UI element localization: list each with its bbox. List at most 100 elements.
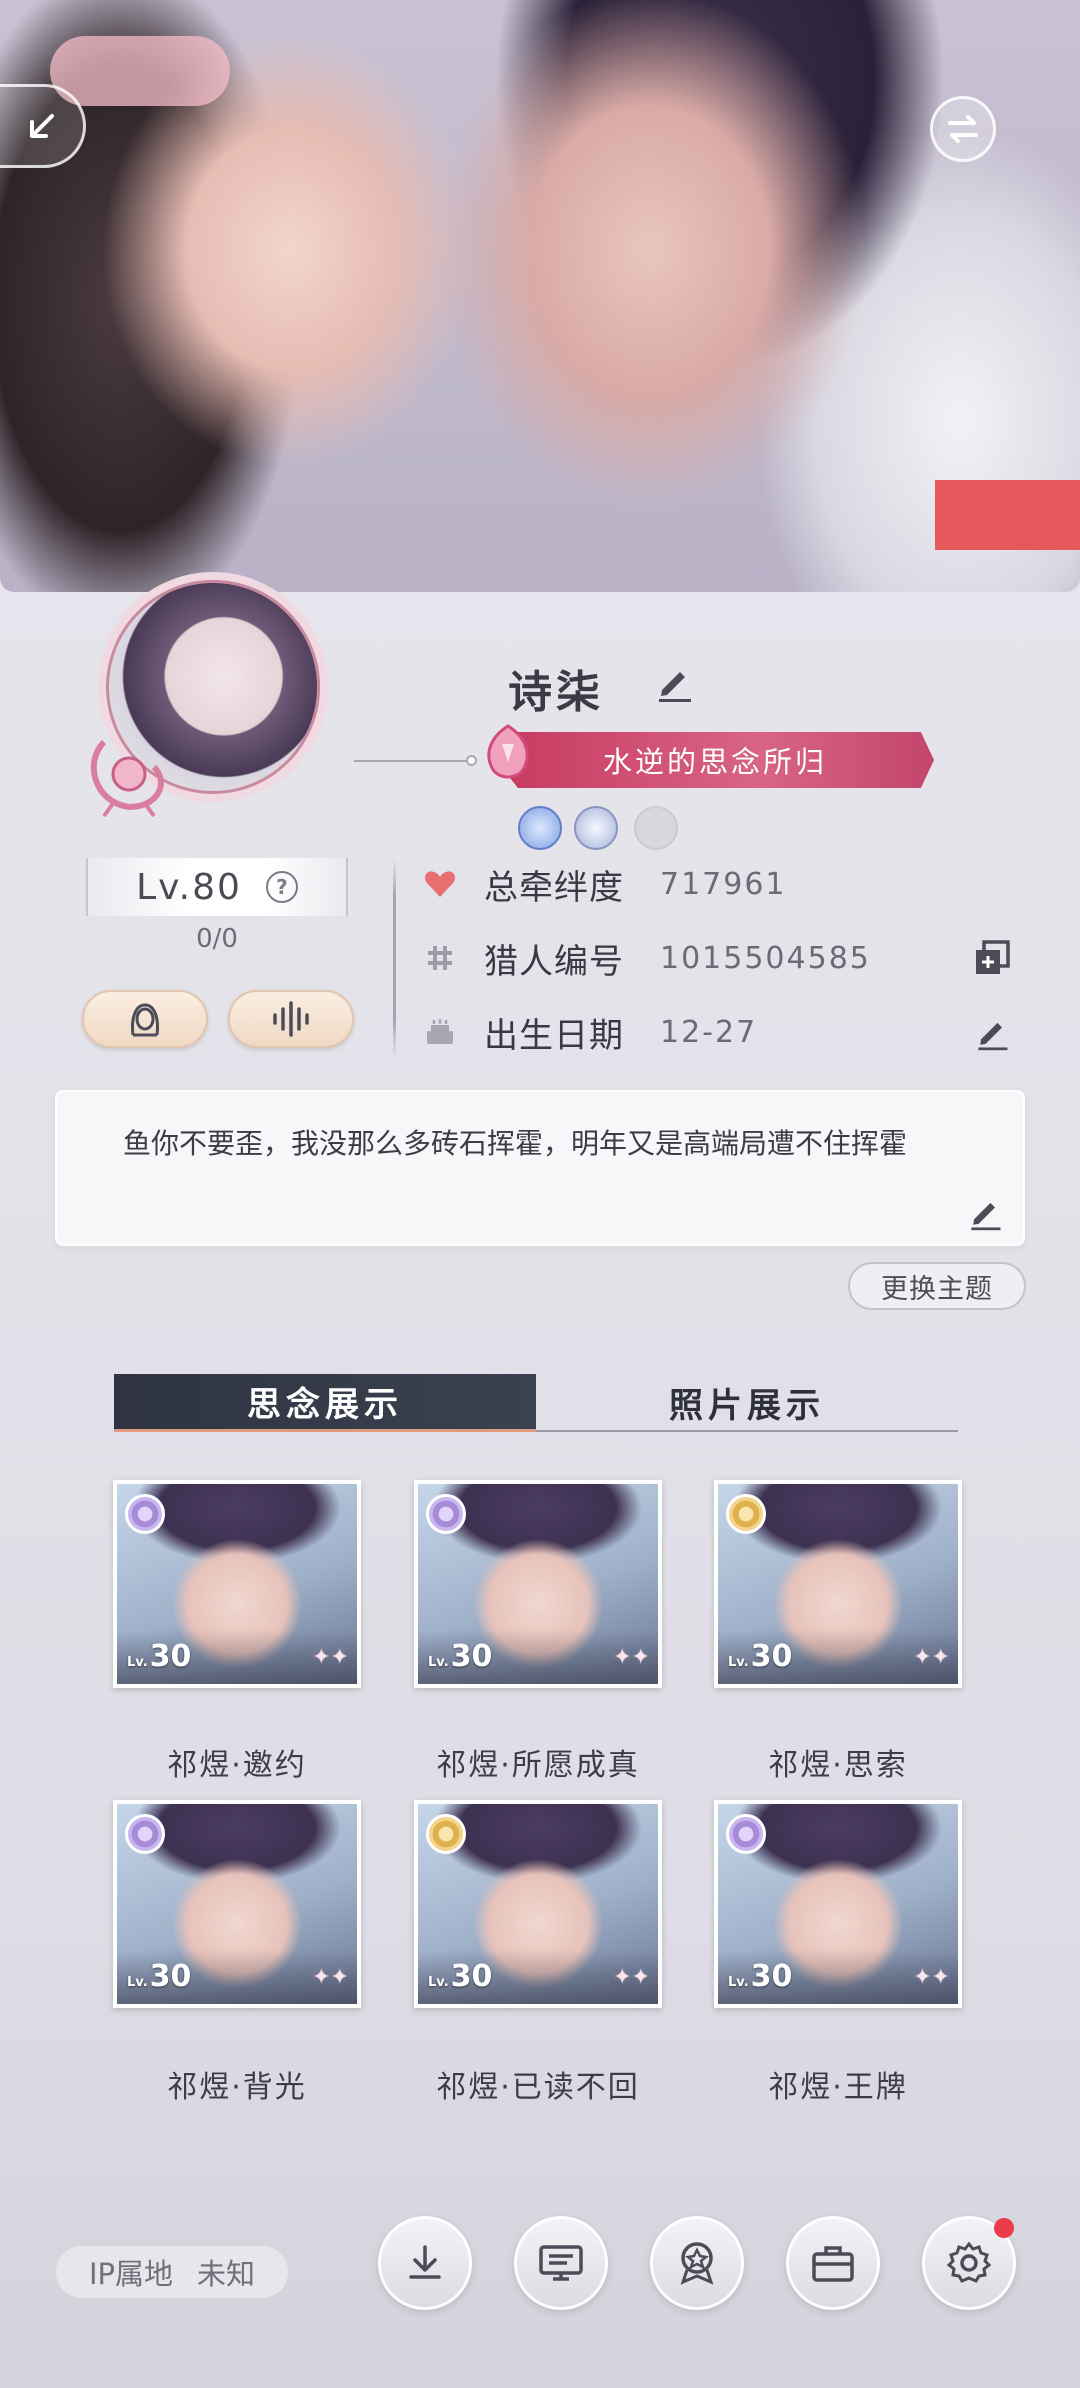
star-icons: ✦✦	[913, 1965, 950, 1990]
rank-icon	[426, 1814, 466, 1854]
banner-decoration	[50, 36, 230, 106]
copy-icon	[976, 940, 1010, 974]
card-name: 祁煜·王牌	[768, 2070, 908, 2105]
title-connector-line	[354, 760, 476, 762]
message-board-icon	[539, 2245, 583, 2281]
card-level: Lv.30	[127, 1639, 191, 1674]
card-level-number: 30	[450, 1959, 493, 1994]
memory-card[interactable]: Lv.30 ✦✦	[714, 1800, 962, 2008]
hunter-id-label: 猎人编号	[484, 941, 624, 982]
heart-icon	[420, 864, 460, 904]
rank-icon	[426, 1494, 466, 1534]
signature-text: 鱼你不要歪，我没那么多砖石挥霍，明年又是高端局遭不住挥霍	[123, 1127, 908, 1160]
tab-photo-showcase[interactable]: 照片展示	[536, 1374, 958, 1432]
message-board-button[interactable]	[514, 2216, 608, 2310]
medal-badge-silver[interactable]	[574, 806, 618, 850]
memory-card[interactable]: Lv.30 ✦✦	[414, 1480, 662, 1688]
rank-icon	[726, 1494, 766, 1534]
change-avatar-button[interactable]	[82, 990, 208, 1048]
card-name: 祁煜·所愿成真	[436, 1748, 640, 1783]
hunter-id-value: 1015504585	[660, 940, 871, 976]
level-label: Lv.80	[136, 866, 242, 908]
card-level-number: 30	[750, 1959, 793, 1994]
star-icons: ✦✦	[913, 1645, 950, 1670]
card-level: Lv.30	[127, 1959, 191, 1994]
card-name: 祁煜·邀约	[167, 1748, 307, 1783]
rank-icon	[726, 1814, 766, 1854]
briefcase-icon	[812, 2246, 854, 2282]
level-progress: 0/0	[196, 924, 238, 954]
signature-box[interactable]: 鱼你不要歪，我没那么多砖石挥霍，明年又是高端局遭不住挥霍	[55, 1090, 1025, 1246]
card-level-prefix: Lv.	[728, 1975, 749, 1990]
bond-value: 717961	[660, 866, 787, 902]
edit-signature-button[interactable]	[965, 1192, 1005, 1236]
card-level-prefix: Lv.	[428, 1655, 449, 1670]
card-name: 祁煜·已读不回	[436, 2070, 640, 2105]
settings-notification-dot	[994, 2218, 1014, 2238]
swap-icon	[948, 115, 978, 143]
bond-row: 总牵绊度 717961	[420, 856, 1012, 912]
card-level-prefix: Lv.	[728, 1655, 749, 1670]
card-level: Lv.30	[428, 1959, 492, 1994]
back-button[interactable]	[0, 84, 86, 168]
change-theme-button[interactable]: 更换主题	[848, 1262, 1026, 1310]
showcase-tabs: 思念展示 照片展示	[114, 1374, 958, 1434]
avatar-frame-ornament-icon	[90, 739, 164, 818]
pencil-icon	[971, 1202, 1001, 1231]
card-level-number: 30	[149, 1639, 192, 1674]
achievement-badge-icon	[680, 2242, 714, 2285]
birthday-value: 12-27	[660, 1014, 758, 1050]
birthday-row: 出生日期 12-27	[420, 1004, 1012, 1060]
back-arrow-icon	[29, 114, 54, 138]
voice-button[interactable]	[228, 990, 354, 1048]
birthday-label: 出生日期	[484, 1015, 624, 1056]
medal-badge-empty[interactable]	[634, 806, 678, 850]
hash-icon	[420, 938, 460, 978]
level-help-icon[interactable]: ?	[265, 871, 298, 903]
card-level-prefix: Lv.	[127, 1655, 148, 1670]
card-level-number: 30	[450, 1639, 493, 1674]
tab-memories-showcase[interactable]: 思念展示	[114, 1374, 536, 1432]
achievements-button[interactable]	[650, 2216, 744, 2310]
card-level: Lv.30	[728, 1959, 792, 1994]
level-box: Lv.80 ?	[86, 858, 348, 916]
download-icon	[409, 2245, 441, 2279]
bond-label: 总牵绊度	[484, 867, 624, 908]
profile-banner-photo[interactable]	[0, 0, 1080, 592]
edit-birthday-button[interactable]	[972, 1012, 1012, 1056]
pencil-icon	[978, 1022, 1008, 1051]
memory-card[interactable]: Lv.30 ✦✦	[113, 1480, 361, 1688]
medal-badge-blue[interactable]	[518, 806, 562, 850]
card-name: 祁煜·背光	[167, 2070, 307, 2105]
title-gem-icon	[487, 724, 529, 779]
inventory-button[interactable]	[786, 2216, 880, 2310]
star-icons: ✦✦	[312, 1645, 349, 1670]
memory-card[interactable]: Lv.30 ✦✦	[414, 1800, 662, 2008]
pencil-icon	[659, 672, 691, 702]
download-button[interactable]	[378, 2216, 472, 2310]
sound-wave-icon	[273, 1001, 309, 1037]
card-level-number: 30	[149, 1959, 192, 1994]
star-icons: ✦✦	[613, 1965, 650, 1990]
card-level-prefix: Lv.	[428, 1975, 449, 1990]
card-name: 祁煜·思索	[768, 1748, 908, 1783]
info-separator	[393, 858, 396, 1058]
swap-button[interactable]	[930, 96, 996, 162]
star-icons: ✦✦	[312, 1965, 349, 1990]
ip-label: IP属地	[88, 2257, 174, 2291]
copy-id-button[interactable]	[972, 938, 1012, 982]
edit-name-button[interactable]	[652, 660, 696, 708]
banner-red-tag	[935, 480, 1080, 550]
memory-card[interactable]: Lv.30 ✦✦	[113, 1800, 361, 2008]
card-level-prefix: Lv.	[127, 1975, 148, 1990]
player-title-banner[interactable]: 水逆的思念所归	[496, 732, 934, 788]
rank-icon	[125, 1814, 165, 1854]
star-icons: ✦✦	[613, 1645, 650, 1670]
player-name: 诗柒	[508, 667, 604, 718]
ip-location: IP属地 未知	[56, 2246, 288, 2298]
card-level: Lv.30	[428, 1639, 492, 1674]
avatar-frame[interactable]	[74, 572, 346, 824]
card-level-number: 30	[750, 1639, 793, 1674]
memory-card[interactable]: Lv.30 ✦✦	[714, 1480, 962, 1688]
title-connector-dot	[466, 755, 477, 766]
